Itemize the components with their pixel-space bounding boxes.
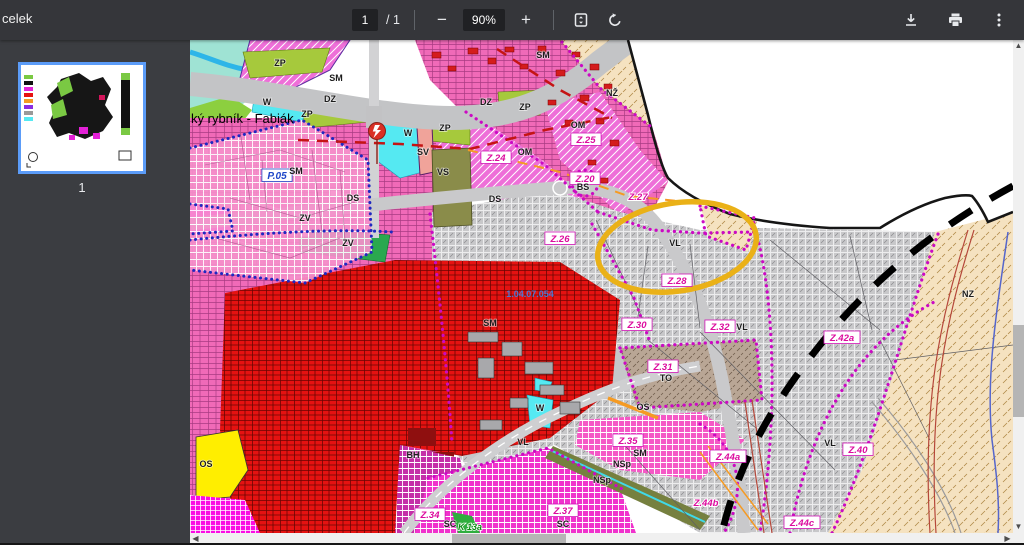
toolbar-divider <box>553 10 554 30</box>
fit-to-page-button[interactable] <box>568 7 594 33</box>
map-label-Z-31: Z.31 <box>652 362 672 373</box>
map-label-SV: SV <box>417 147 429 157</box>
map-label-Z-35: Z.35 <box>617 436 638 447</box>
page-number-input[interactable]: 1 <box>352 9 378 31</box>
download-icon <box>903 12 919 28</box>
map-label-DS: DS <box>489 194 502 204</box>
map-label-Z-40: Z.40 <box>847 445 868 456</box>
map-label-ZV: ZV <box>299 213 311 223</box>
map-label-OM: OM <box>518 147 533 157</box>
vertical-scrollbar[interactable]: ▲ ▼ <box>1013 40 1024 533</box>
map-label-OS: OS <box>636 402 649 412</box>
more-vert-icon <box>991 12 1007 28</box>
map-label-P-05: P.05 <box>267 171 287 182</box>
map-label-W: W <box>404 128 413 138</box>
map-label-TO: TO <box>660 373 672 383</box>
map-label-k-rybn-k-Fabi-k: ký rybník - Fabiák <box>191 111 294 126</box>
map-label-ZP: ZP <box>301 109 313 119</box>
map-label-ZV: ZV <box>342 238 354 248</box>
zoom-level-value[interactable]: 90% <box>463 9 505 31</box>
map-label-Z-42a: Z.42a <box>829 333 854 344</box>
toolbar-center-controls: 1 / 1 − 90% + <box>352 0 628 40</box>
map-label-NSp: NSp <box>613 459 632 469</box>
map-label-VS: VS <box>437 167 449 177</box>
map-label-BS: BS <box>577 182 590 192</box>
map-label-Z-25: Z.25 <box>575 135 596 146</box>
page-thumbnail[interactable] <box>18 62 146 174</box>
download-button[interactable] <box>898 7 924 33</box>
map-label-Z-28: Z.28 <box>666 276 687 287</box>
map-label-DS: DS <box>347 193 360 203</box>
map-label-ZP: ZP <box>519 102 531 112</box>
zoom-out-button[interactable]: − <box>429 7 455 33</box>
scroll-up-arrow[interactable]: ▲ <box>1013 40 1024 52</box>
map-label-OM: OM <box>571 120 586 130</box>
map-label-SM: SM <box>289 166 303 176</box>
map-label-SM: SM <box>536 50 550 60</box>
pdf-toolbar: celek 1 / 1 − 90% + <box>0 0 1024 40</box>
vertical-scrollbar-thumb[interactable] <box>1013 325 1024 417</box>
map-label-DZ: DZ <box>324 94 336 104</box>
map-label-VL: VL <box>517 437 529 447</box>
thumbnail-page-number: 1 <box>0 180 164 195</box>
scroll-down-arrow[interactable]: ▼ <box>1013 521 1024 533</box>
map-label-VL: VL <box>736 322 748 332</box>
map-label-Z-34: Z.34 <box>419 510 440 521</box>
more-vert-button[interactable] <box>986 7 1012 33</box>
map-label-SM: SM <box>483 318 497 328</box>
toolbar-right-controls <box>898 0 1012 40</box>
map-label-Z-37: Z.37 <box>552 506 573 517</box>
map-label-VL: VL <box>669 238 681 248</box>
print-icon <box>947 12 964 28</box>
map-label-SC: SC <box>444 519 457 529</box>
map-label-NSp: NSp <box>593 475 612 485</box>
thumbnail-sidebar: 1 <box>0 40 190 545</box>
document-title: celek <box>2 11 32 26</box>
map-label-DZ: DZ <box>480 97 492 107</box>
fit-to-page-icon <box>573 12 589 28</box>
map-label-1-04-07-054: 1.04.07.054 <box>506 289 554 299</box>
map-label-N-: NŽ <box>606 87 618 98</box>
page-total-label: / 1 <box>386 13 400 27</box>
map-label-Z-44b: Z.44b <box>693 498 719 509</box>
map-label-Z-27: Z.27 <box>627 192 648 203</box>
map-label-Z-44a: Z.44a <box>715 452 740 463</box>
zoom-in-button[interactable]: + <box>513 7 539 33</box>
zoning-map: Z.24Z.25Z.20Z.27Z.26Z.28Z.30Z.32Z.31Z.35… <box>190 40 1013 533</box>
map-label-VL: VL <box>824 438 836 448</box>
pdf-page-canvas[interactable]: Z.24Z.25Z.20Z.27Z.26Z.28Z.30Z.32Z.31Z.35… <box>190 40 1013 533</box>
rotate-counterclockwise-icon <box>607 12 623 28</box>
toolbar-divider <box>414 10 415 30</box>
map-label-ZP: ZP <box>439 123 451 133</box>
map-label-Z-26: Z.26 <box>549 234 570 245</box>
map-label-SM: SM <box>633 448 647 458</box>
map-label-Z-44c: Z.44c <box>789 518 815 529</box>
map-label-ZP: ZP <box>274 58 286 68</box>
map-label-Z-30: Z.30 <box>626 320 647 331</box>
map-label-K-13a: K 13a <box>458 522 482 532</box>
map-label-NZ: NZ <box>962 289 974 299</box>
map-label-SC: SC <box>557 519 570 529</box>
map-label-Z-24: Z.24 <box>485 153 506 164</box>
map-label-SM: SM <box>329 73 343 83</box>
map-label-W: W <box>263 97 272 107</box>
map-label-Z-32: Z.32 <box>709 322 730 333</box>
rotate-counterclockwise-button[interactable] <box>602 7 628 33</box>
map-label-W: W <box>536 403 545 413</box>
print-button[interactable] <box>942 7 968 33</box>
map-label-OS: OS <box>199 459 212 469</box>
map-label-BH: BH <box>407 450 420 460</box>
thumbnail-minimap <box>21 65 143 171</box>
